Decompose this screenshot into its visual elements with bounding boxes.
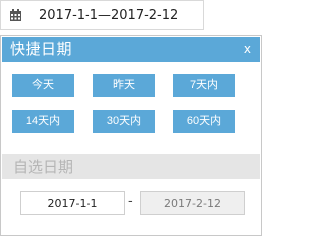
last-14-days-button[interactable]: 14天内 — [12, 110, 74, 133]
quick-dates-title: 快捷日期 — [10, 40, 73, 58]
custom-dates-title: 自选日期 — [13, 158, 74, 176]
last-7-days-button[interactable]: 7天内 — [173, 74, 235, 97]
custom-dates-header: 自选日期 — [2, 154, 260, 179]
yesterday-button[interactable]: 昨天 — [93, 74, 155, 97]
date-range-field[interactable]: 2017-1-1—2017-2-12 — [0, 0, 204, 30]
last-60-days-button[interactable]: 60天内 — [173, 110, 235, 133]
close-button[interactable]: x — [244, 41, 251, 57]
date-separator: - — [128, 194, 133, 209]
last-30-days-button[interactable]: 30天内 — [93, 110, 155, 133]
end-date-input[interactable] — [140, 191, 245, 215]
calendar-icon — [10, 9, 21, 21]
date-range-value: 2017-1-1—2017-2-12 — [39, 8, 179, 23]
date-picker-popup: 快捷日期 x 今天 昨天 7天内 14天内 30天内 60天内 自选日期 - — [0, 35, 262, 236]
today-button[interactable]: 今天 — [12, 74, 74, 97]
start-date-input[interactable] — [20, 191, 125, 215]
quick-dates-header: 快捷日期 x — [2, 37, 260, 62]
